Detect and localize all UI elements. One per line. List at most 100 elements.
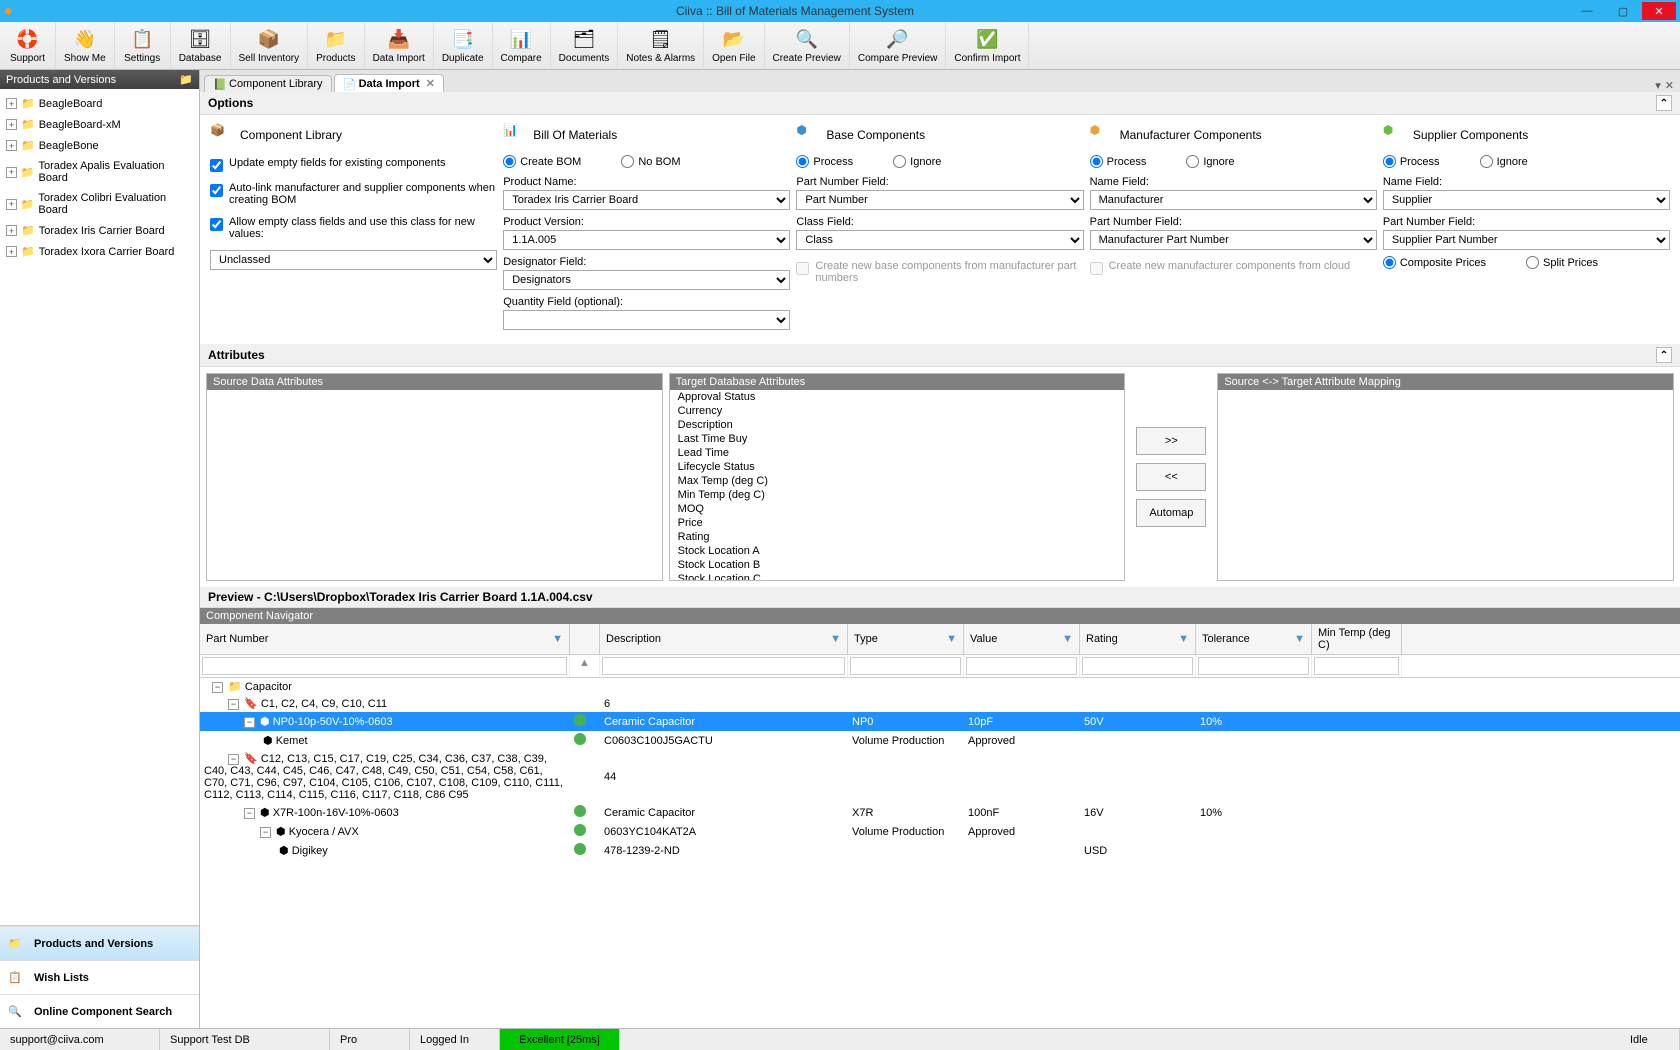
expand-icon[interactable]: + [6,167,17,178]
chk-update-empty[interactable] [210,159,223,172]
preview-grid[interactable]: − 📁 Capacitor − 🔖 C1, C2, C4, C9, C10, C… [200,678,1680,1028]
ribbon-database[interactable]: 🗄Database [171,22,231,69]
filter-icon[interactable]: ▼ [1178,633,1189,645]
tree-node[interactable]: +📁BeagleBone [2,135,197,156]
select-mfr-partnum[interactable]: Manufacturer Part Number [1090,230,1377,250]
attribute-item[interactable]: Description [670,418,1125,432]
expand-icon[interactable]: + [6,225,17,236]
col-part-number[interactable]: Part Number▼ [200,624,570,654]
attribute-item[interactable]: Max Temp (deg C) [670,474,1125,488]
radio-base-ignore[interactable] [893,155,906,168]
nav-wishlists[interactable]: 📋 Wish Lists [0,960,199,994]
filter-value[interactable] [966,657,1077,675]
filter-tol[interactable] [1198,657,1309,675]
ribbon-duplicate[interactable]: 📑Duplicate [434,22,493,69]
table-row[interactable]: − ⬢ Kyocera / AVX 0603YC104KAT2A Volume … [200,822,1680,841]
attribute-item[interactable]: Approval Status [670,390,1125,404]
radio-mfr-ignore[interactable] [1186,155,1199,168]
ribbon-sell-inventory[interactable]: 📦Sell Inventory [231,22,309,69]
filter-type[interactable] [850,657,961,675]
ribbon-data-import[interactable]: 📥Data Import [365,22,434,69]
tree-node[interactable]: +📁Toradex Ixora Carrier Board [2,241,197,262]
tree-node[interactable]: +📁Toradex Iris Carrier Board [2,220,197,241]
map-right-button[interactable]: >> [1136,427,1206,455]
col-min-temp[interactable]: Min Temp (deg C) [1312,624,1402,654]
col-tolerance[interactable]: Tolerance▼ [1196,624,1312,654]
select-sup-partnum[interactable]: Supplier Part Number [1383,230,1670,250]
attribute-item[interactable]: Stock Location A [670,544,1125,558]
ribbon-notes-alarms[interactable]: 🗒Notes & Alarms [618,22,704,69]
select-sup-name[interactable]: Supplier [1383,190,1670,210]
tab-component-library[interactable]: 📗 Component Library [204,75,332,92]
expand-icon[interactable]: + [6,199,17,210]
tab-data-import[interactable]: 📄 Data Import ✕ [334,74,444,92]
tree-node[interactable]: +📁Toradex Apalis Evaluation Board [2,156,197,188]
product-tree[interactable]: +📁BeagleBoard+📁BeagleBoard-xM+📁BeagleBon… [0,89,199,511]
collapse-button[interactable]: ⌃ [1656,95,1672,111]
select-designator-field[interactable]: Designators [503,270,790,290]
filter-icon[interactable]: ▼ [946,633,957,645]
expand-icon[interactable]: + [6,119,17,130]
close-icon[interactable]: ✕ [426,77,435,90]
select-base-partnum[interactable]: Part Number [796,190,1083,210]
col-rating[interactable]: Rating▼ [1080,624,1196,654]
mapping-list[interactable] [1218,390,1673,580]
ribbon-create-preview[interactable]: 🔍Create Preview [765,22,850,69]
radio-create-bom[interactable] [503,155,516,168]
select-product-name[interactable]: Toradex Iris Carrier Board [503,190,790,210]
radio-sup-ignore[interactable] [1480,155,1493,168]
target-attributes-list[interactable]: Approval StatusCurrencyDescriptionLast T… [670,390,1125,580]
select-product-version[interactable]: 1.1A.005 [503,230,790,250]
ribbon-products[interactable]: 📁Products [308,22,364,69]
radio-no-bom[interactable] [621,155,634,168]
automap-button[interactable]: Automap [1136,499,1206,527]
filter-icon[interactable]: ▼ [1062,633,1073,645]
expand-icon[interactable]: + [6,140,17,151]
filter-icon[interactable]: ▼ [1294,633,1305,645]
col-description[interactable]: Description▼ [600,624,848,654]
chk-autolink[interactable] [210,184,223,197]
collapse-button[interactable]: ⌃ [1656,347,1672,363]
table-row[interactable]: − 🔖 C12, C13, C15, C17, C19, C25, C34, C… [200,750,1680,803]
col-type[interactable]: Type▼ [848,624,964,654]
table-row[interactable]: ⬢ Digikey 478-1239-2-ND USD [200,841,1680,860]
attribute-item[interactable]: Stock Location B [670,558,1125,572]
ribbon-open-file[interactable]: 📂Open File [704,22,764,69]
filter-mint[interactable] [1314,657,1399,675]
tab-menu-icon[interactable]: ▾ [1655,79,1661,92]
radio-base-process[interactable] [796,155,809,168]
attribute-item[interactable]: MOQ [670,502,1125,516]
select-mfr-name[interactable]: Manufacturer [1090,190,1377,210]
ribbon-compare[interactable]: 📊Compare [493,22,551,69]
select-default-class[interactable]: Unclassed [210,250,497,270]
expand-icon[interactable]: + [6,98,17,109]
ribbon-documents[interactable]: 🗂Documents [551,22,619,69]
col-value[interactable]: Value▼ [964,624,1080,654]
filter-icon[interactable]: ▼ [830,633,841,645]
ribbon-show-me[interactable]: 👋Show Me [56,22,115,69]
filter-rating[interactable] [1082,657,1193,675]
select-quantity-field[interactable] [503,310,790,330]
table-row[interactable]: − 🔖 C1, C2, C4, C9, C10, C11 6 [200,695,1680,712]
select-base-class[interactable]: Class [796,230,1083,250]
filter-icon[interactable]: ▼ [552,633,563,645]
expand-icon[interactable]: + [6,246,17,257]
close-button[interactable]: ✕ [1642,2,1676,20]
tab-close-all-icon[interactable]: ✕ [1665,79,1674,92]
attribute-item[interactable]: Min Temp (deg C) [670,488,1125,502]
ribbon-settings[interactable]: 📋Settings [115,22,171,69]
table-row[interactable]: − 📁 Capacitor [200,678,1680,695]
attribute-item[interactable]: Rating [670,530,1125,544]
maximize-button[interactable]: ▢ [1606,2,1640,20]
filter-desc[interactable] [602,657,845,675]
minimize-button[interactable]: — [1570,2,1604,20]
chk-allow-empty-class[interactable] [210,218,223,231]
tree-node[interactable]: +📁BeagleBoard [2,93,197,114]
attribute-item[interactable]: Currency [670,404,1125,418]
ribbon-confirm-import[interactable]: ✅Confirm Import [946,22,1029,69]
map-left-button[interactable]: << [1136,463,1206,491]
radio-sup-process[interactable] [1383,155,1396,168]
table-row[interactable]: − ⬢ X7R-100n-16V-10%-0603 Ceramic Capaci… [200,803,1680,822]
ribbon-support[interactable]: 🛟Support [0,22,56,69]
attribute-item[interactable]: Last Time Buy [670,432,1125,446]
